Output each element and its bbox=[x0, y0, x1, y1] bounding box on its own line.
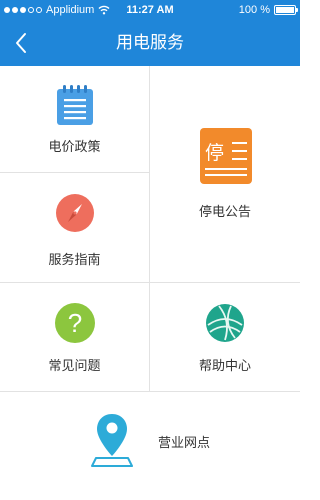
menu-item-price-policy[interactable]: 电价政策 bbox=[0, 66, 149, 172]
notice-board-icon-char: 停 bbox=[205, 142, 225, 164]
question-icon-glyph: ? bbox=[67, 308, 83, 338]
document-list-icon bbox=[57, 85, 93, 125]
menu-item-help-center[interactable]: 帮助中心 bbox=[150, 283, 300, 391]
battery-info: 100 % bbox=[238, 0, 298, 20]
menu-item-label: 服务指南 bbox=[48, 253, 101, 268]
status-bar: Applidium 11:27 AM 100 % bbox=[0, 0, 300, 20]
menu-item-faq[interactable]: ? 常见问题 bbox=[0, 283, 149, 391]
menu-item-label: 停电公告 bbox=[198, 205, 251, 220]
menu-item-service-outlets[interactable]: 营业网点 bbox=[0, 392, 300, 500]
battery-percent: 100 % bbox=[238, 4, 270, 16]
menu-item-label: 帮助中心 bbox=[198, 359, 251, 374]
compass-icon bbox=[56, 194, 94, 232]
question-icon: ? bbox=[55, 303, 95, 343]
notice-board-icon: 停 bbox=[200, 128, 252, 184]
navigation-bar: 用电服务 bbox=[0, 20, 300, 66]
menu-item-label: 营业网点 bbox=[158, 436, 211, 451]
service-menu-grid: 电价政策 停 停电公告 服务指南 ? 常见问题 帮助中心 营业网点 bbox=[0, 66, 300, 500]
battery-icon bbox=[274, 5, 298, 15]
menu-item-label: 常见问题 bbox=[48, 359, 101, 374]
menu-item-outage-notice[interactable]: 停 停电公告 bbox=[150, 66, 300, 282]
map-pin-icon bbox=[91, 414, 133, 467]
globe-icon bbox=[206, 304, 244, 342]
menu-item-service-guide[interactable]: 服务指南 bbox=[0, 173, 149, 282]
page-title: 用电服务 bbox=[116, 33, 184, 53]
menu-item-label: 电价政策 bbox=[48, 140, 101, 155]
